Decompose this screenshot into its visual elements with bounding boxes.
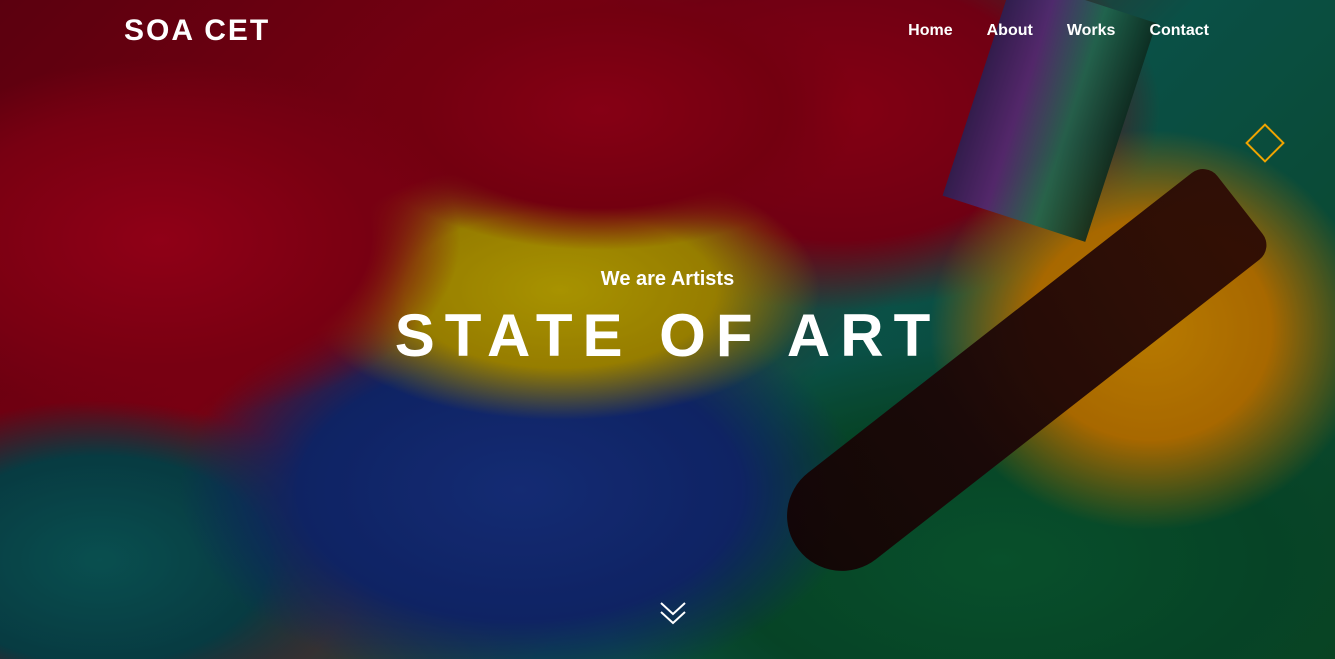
hero-subtitle: We are Artists [600, 268, 735, 290]
scroll-down-button[interactable] [658, 600, 688, 628]
navbar: SOA CET Home About Works Contact [0, 0, 1335, 66]
chevron-double-down-icon [660, 602, 686, 625]
nav-item-home[interactable]: Home [908, 22, 952, 40]
nav-links: Home About Works Contact [908, 22, 1209, 40]
hero-content: We are Artists STATE OF ART [0, 268, 1335, 369]
nav-item-works[interactable]: Works [1067, 22, 1116, 40]
hero-section: SOA CET Home About Works Contact We are … [0, 0, 1335, 659]
brand-logo[interactable]: SOA CET [124, 14, 270, 48]
nav-item-contact[interactable]: Contact [1149, 22, 1209, 40]
nav-item-about[interactable]: About [987, 22, 1033, 40]
hero-title: STATE OF ART [394, 302, 941, 369]
